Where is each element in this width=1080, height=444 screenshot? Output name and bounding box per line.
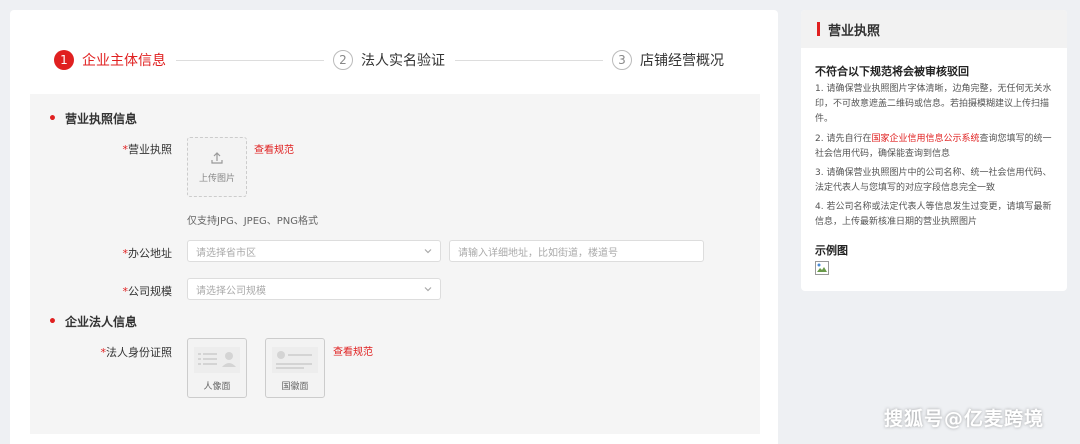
id-back-label: 国徽面: [281, 382, 309, 392]
step-2[interactable]: 2 法人实名验证: [333, 48, 445, 72]
region-placeholder: 请选择省市区: [196, 247, 256, 259]
license-spec-link[interactable]: 查看规范: [254, 141, 294, 156]
step-connector-2: [455, 60, 603, 61]
section-title-legal: • 企业法人信息: [48, 313, 137, 330]
chevron-down-icon: [424, 249, 432, 254]
id-card-emblem-icon: [272, 347, 318, 373]
step-2-label: 法人实名验证: [361, 53, 445, 69]
step-3-label: 店铺经营概况: [640, 53, 724, 69]
section-title-license-text: 营业执照信息: [64, 112, 137, 126]
upload-icon: [211, 151, 223, 164]
region-select[interactable]: 请选择省市区: [187, 240, 441, 262]
panel-title: 营业执照: [828, 23, 881, 39]
scale-placeholder: 请选择公司规模: [196, 285, 266, 297]
panel-heading: 不符合以下规范将会被审核驳回: [815, 65, 969, 78]
id-spec-link[interactable]: 查看规范: [333, 343, 373, 358]
main-card: 1 企业主体信息 2 法人实名验证 3 店铺经营概况 • 营业执照信息 *营业执…: [10, 10, 778, 444]
license-upload-button[interactable]: 上传图片: [187, 137, 247, 197]
rule-4: 4. 若公司名称或法定代表人等信息发生过变更，请填写最新信息，上传最新核准日期的…: [815, 202, 1052, 227]
example-title: 示例图: [815, 244, 848, 257]
chevron-down-icon: [424, 287, 432, 292]
watermark: 搜狐号@亿麦跨境: [884, 408, 1045, 430]
section-title-license: • 营业执照信息: [48, 110, 137, 127]
address-detail-placeholder: 请输入详细地址，比如街道，楼道号: [458, 247, 618, 259]
section-bullet: •: [48, 110, 57, 127]
section-bullet: •: [48, 313, 57, 330]
label-id-card: *法人身份证照: [100, 346, 173, 359]
stepper: 1 企业主体信息 2 法人实名验证 3 店铺经营概况: [10, 48, 778, 72]
form-area: • 营业执照信息 *营业执照 上传图片 查看规范 仅支持JPG、JPEG、PNG…: [30, 94, 760, 434]
panel-accent-bar: [817, 22, 820, 36]
label-address: *办公地址: [122, 247, 173, 260]
rule-2: 2. 请先自行在国家企业信用信息公示系统查询您填写的统一社会信用代码，确保能查询…: [815, 134, 1052, 159]
step-1-number: 1: [54, 50, 74, 70]
step-1-label: 企业主体信息: [82, 53, 166, 69]
section-title-legal-text: 企业法人信息: [64, 315, 137, 329]
id-front-upload-button[interactable]: 人像面: [187, 338, 247, 398]
step-connector-1: [176, 60, 324, 61]
address-detail-input[interactable]: 请输入详细地址，比如街道，楼道号: [449, 240, 704, 262]
label-scale: *公司规模: [122, 285, 173, 298]
credit-system-link[interactable]: 国家企业信用信息公示系统: [871, 134, 979, 144]
rule-1: 1. 请确保营业执照图片字体清晰，边角完整，无任何无关水印，不可故意遮盖二维码或…: [815, 84, 1052, 124]
step-3-number: 3: [612, 50, 632, 70]
step-2-number: 2: [333, 50, 353, 70]
panel-header: 营业执照: [801, 10, 1067, 48]
broken-image-icon: [815, 261, 829, 275]
step-3[interactable]: 3 店铺经营概况: [612, 48, 724, 72]
license-guide-panel: 营业执照 不符合以下规范将会被审核驳回 1. 请确保营业执照图片字体清晰，边角完…: [801, 10, 1067, 291]
upload-label: 上传图片: [198, 173, 235, 184]
label-license: *营业执照: [122, 143, 173, 156]
id-back-upload-button[interactable]: 国徽面: [265, 338, 325, 398]
id-card-portrait-icon: [194, 347, 240, 373]
id-front-label: 人像面: [203, 382, 231, 392]
license-format-hint: 仅支持JPG、JPEG、PNG格式: [187, 216, 319, 227]
company-scale-select[interactable]: 请选择公司规模: [187, 278, 441, 300]
rule-3: 3. 请确保营业执照图片中的公司名称、统一社会信用代码、法定代表人与您填写的对应…: [815, 168, 1052, 193]
step-1[interactable]: 1 企业主体信息: [54, 48, 166, 72]
